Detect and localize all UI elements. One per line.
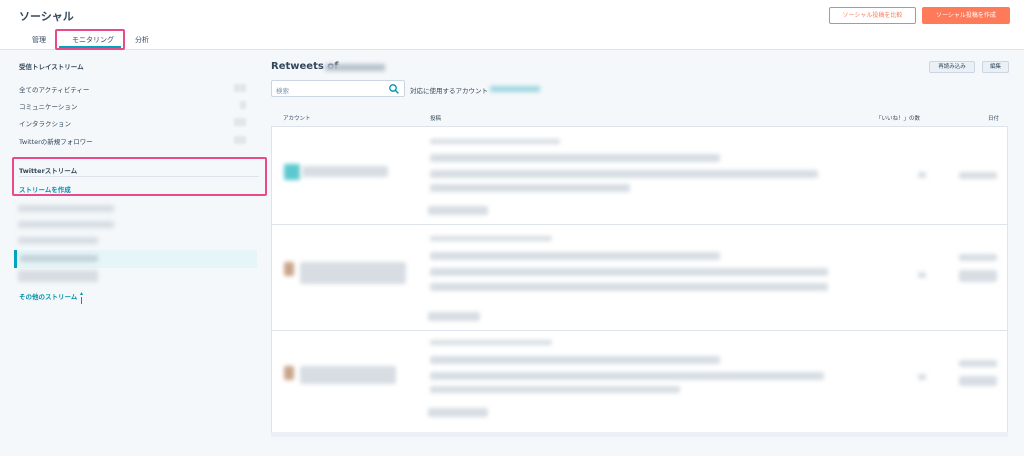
account-name [302, 166, 388, 177]
post-text [430, 154, 720, 162]
stream-all-activity[interactable]: 全てのアクティビティー [19, 84, 89, 94]
divider [19, 176, 259, 177]
post-meta [430, 340, 552, 345]
divider [271, 224, 1008, 225]
stream-interactions[interactable]: インタラクション [19, 118, 71, 128]
divider [271, 330, 1008, 331]
search-icon[interactable] [388, 83, 400, 95]
post-text [430, 268, 828, 276]
stream-count [240, 101, 246, 109]
reload-button[interactable]: 再読み込み [929, 61, 975, 73]
post-meta [430, 139, 560, 144]
reply-account-label: 対応に使用するアカウント [410, 87, 488, 95]
post-date [959, 254, 997, 261]
more-streams-toggle[interactable]: その他のストリーム [19, 291, 77, 301]
post-text [430, 372, 824, 380]
table-footer [271, 432, 1008, 437]
stream-count [234, 136, 246, 144]
avatar [284, 164, 300, 180]
likes-count [918, 172, 926, 178]
reply-account-selector[interactable] [490, 86, 540, 92]
stream-item-blurred[interactable] [18, 205, 114, 212]
post-actions[interactable] [428, 408, 488, 417]
tab-highlight-annotation [55, 29, 125, 50]
twitter-streams-heading: Twitterストリーム [19, 167, 78, 175]
post-meta [430, 236, 552, 241]
post-date [959, 360, 997, 367]
compare-posts-button[interactable]: ソーシャル投稿を比較 [829, 7, 916, 24]
post-text [430, 252, 720, 260]
stream-new-followers[interactable]: Twitterの新規フォロワー [19, 136, 93, 146]
post-text [430, 184, 630, 192]
search-input[interactable] [271, 80, 405, 97]
post-text [430, 283, 828, 291]
column-header-likes[interactable]: 「いいね！」の数 [876, 114, 920, 122]
column-header-date[interactable]: 日付 [988, 114, 999, 122]
selected-indicator [14, 250, 17, 268]
column-header-account[interactable]: アカウント [283, 114, 311, 122]
tab-manage[interactable]: 管理 [32, 35, 46, 45]
stream-count [234, 84, 246, 92]
post-text [430, 356, 720, 364]
avatar [284, 262, 294, 276]
tab-analytics[interactable]: 分析 [135, 35, 149, 45]
cursor-icon [81, 297, 82, 304]
post-text [430, 170, 818, 178]
post-actions[interactable] [428, 206, 488, 215]
edit-button[interactable]: 編集 [982, 61, 1009, 73]
create-stream-link[interactable]: ストリームを作成 [19, 184, 71, 194]
post-text [430, 386, 680, 393]
stream-title-redacted [325, 64, 385, 71]
post-date [959, 376, 997, 386]
chevron-up-icon[interactable]: ▴ [80, 290, 83, 297]
account-name [300, 366, 396, 384]
likes-count [918, 374, 926, 380]
stream-count [234, 118, 246, 126]
create-post-button[interactable]: ソーシャル投稿を作成 [922, 7, 1010, 24]
page-title: ソーシャル [19, 10, 74, 23]
column-header-post[interactable]: 投稿 [430, 114, 441, 122]
stream-item-blurred[interactable] [18, 237, 98, 244]
inbox-streams-heading: 受信トレイストリーム [19, 63, 84, 71]
post-date [959, 172, 997, 179]
stream-conversations[interactable]: コミュニケーション [19, 101, 77, 111]
stream-item-blurred[interactable] [18, 221, 114, 228]
likes-count [918, 272, 926, 278]
post-actions[interactable] [428, 312, 480, 321]
post-date [959, 270, 997, 282]
stream-item-blurred[interactable] [18, 270, 98, 282]
avatar [284, 366, 294, 380]
account-name [300, 262, 406, 284]
search-placeholder: 検索 [276, 87, 289, 95]
stream-item-blurred [20, 255, 98, 262]
